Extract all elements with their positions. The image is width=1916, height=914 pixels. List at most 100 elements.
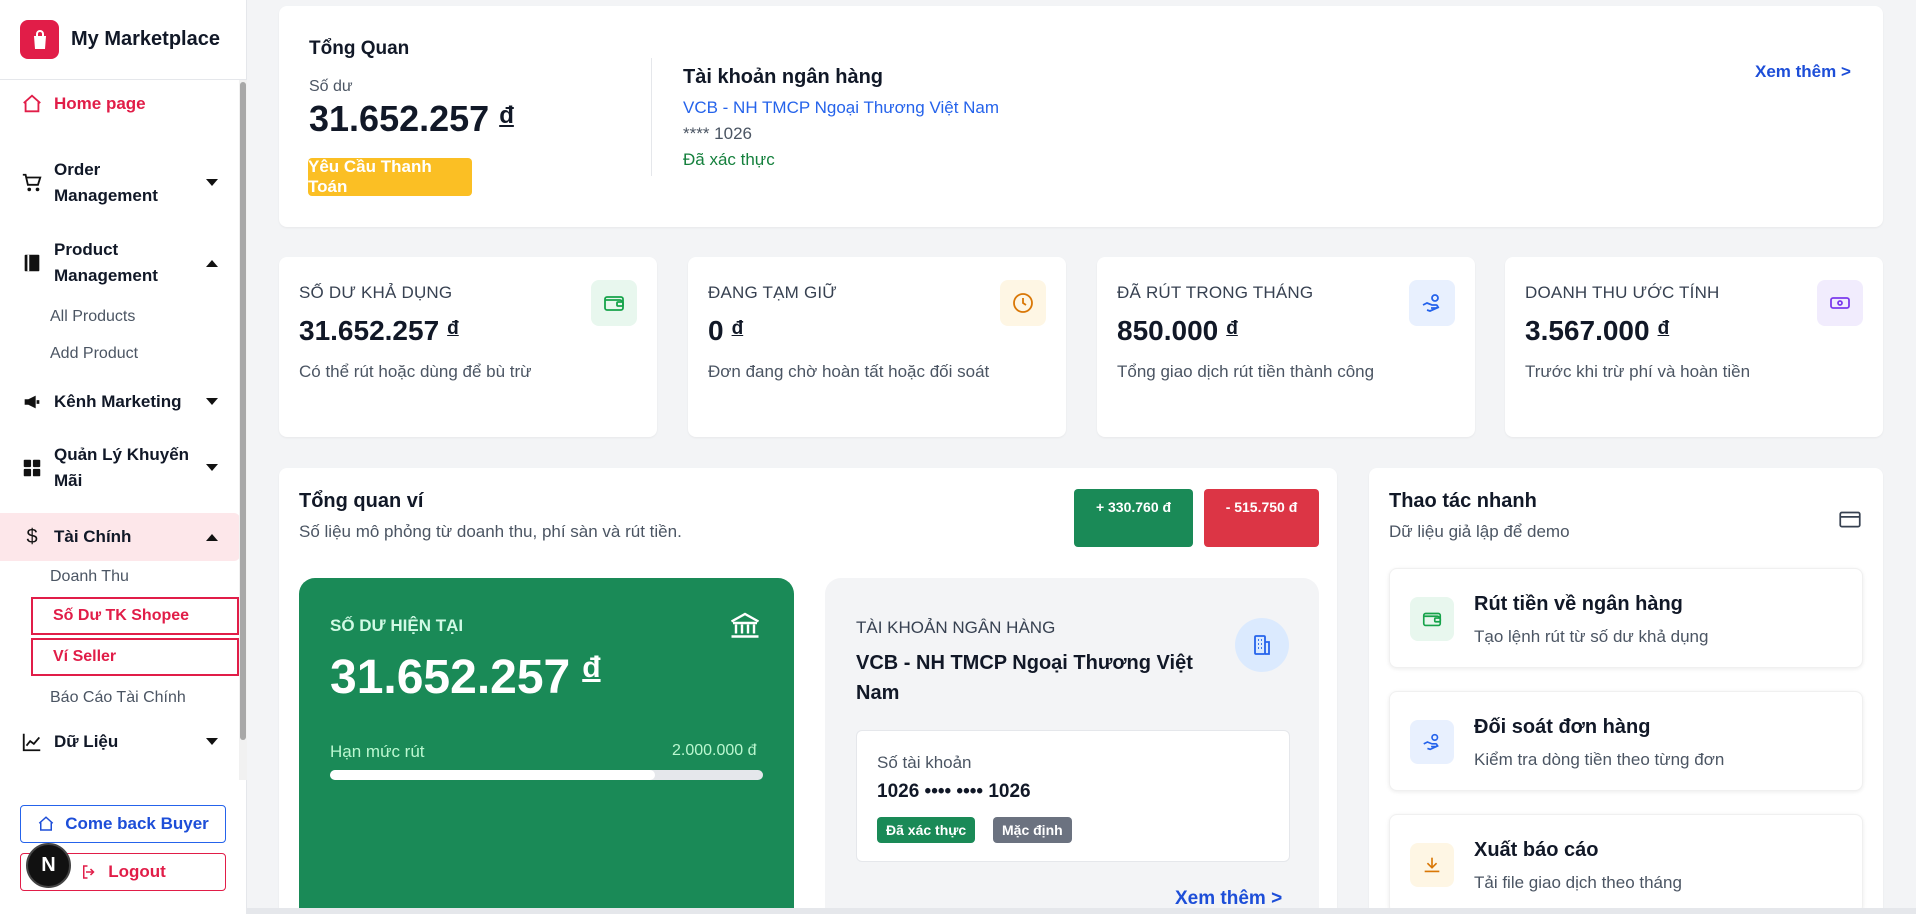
download-icon xyxy=(1410,843,1454,887)
caret-down-icon xyxy=(205,461,219,475)
line-chart-icon xyxy=(20,730,44,754)
stat-title: ĐÃ RÚT TRONG THÁNG xyxy=(1117,283,1314,302)
button-label: Logout xyxy=(108,862,166,881)
sidebar-item-label: Kênh Marketing xyxy=(54,392,182,411)
sidebar-item-home[interactable]: Home page xyxy=(0,84,240,124)
quick-actions-subtitle: Dữ liệu giả lập để demo xyxy=(1389,522,1570,541)
home-icon xyxy=(20,92,44,116)
caret-up-icon xyxy=(205,530,219,544)
wallet-icon xyxy=(591,280,637,326)
withdraw-limit-value: 2.000.000 đ xyxy=(672,742,757,759)
current-balance-card: SỐ DƯ HIỆN TẠI 31.652.257 đ Hạn mức rút 2… xyxy=(299,578,794,914)
sidebar-subitem-add-product[interactable]: Add Product xyxy=(50,345,138,363)
home-icon xyxy=(37,815,55,833)
sidebar: My Marketplace Home page Order Managemen… xyxy=(0,0,247,914)
stat-title: ĐANG TẠM GIỮ xyxy=(708,283,838,302)
wallet-title: Tổng quan ví xyxy=(299,490,424,512)
sidebar-item-product[interactable]: Product Management xyxy=(0,235,240,291)
sidebar-item-label: Order Management xyxy=(54,160,158,205)
stat-desc: Tổng giao dịch rút tiền thành công xyxy=(1117,362,1375,381)
sidebar-nav: Home page Order Management Product Manag… xyxy=(0,80,240,780)
grid-icon xyxy=(20,456,44,480)
sidebar-item-label: Tài Chính xyxy=(54,527,132,546)
income-pill: + 330.760 đ xyxy=(1074,489,1193,547)
sidebar-item-order[interactable]: Order Management xyxy=(0,155,240,211)
sidebar-subitem-finance-report[interactable]: Báo Cáo Tài Chính xyxy=(50,689,186,707)
cart-icon xyxy=(20,171,44,195)
scrollbar-thumb[interactable] xyxy=(240,82,246,740)
horizontal-scrollbar[interactable] xyxy=(247,908,1916,914)
stat-value: 850.000 đ xyxy=(1117,315,1238,346)
button-label: Come back Buyer xyxy=(65,814,209,833)
sidebar-item-finance[interactable]: $ Tài Chính xyxy=(0,513,240,561)
quick-actions-title: Thao tác nhanh xyxy=(1389,490,1537,512)
sidebar-subitem-revenue[interactable]: Doanh Thu xyxy=(50,568,129,586)
sidebar-subitem-shopee-balance[interactable]: Số Dư TK Shopee xyxy=(31,597,239,635)
quick-action-reconcile[interactable]: Đối soát đơn hàng Kiểm tra dòng tiền the… xyxy=(1389,691,1863,791)
credit-card-icon xyxy=(1837,506,1863,537)
bank-account-name: VCB - NH TMCP Ngoại Thương Việt Nam xyxy=(856,652,1193,704)
stat-title: DOANH THU ƯỚC TÍNH xyxy=(1525,283,1720,302)
sidebar-scrollbar[interactable] xyxy=(239,80,247,780)
hand-money-icon xyxy=(1410,720,1454,764)
stat-desc: Có thể rút hoặc dùng để bù trừ xyxy=(299,362,532,381)
sidebar-item-label: Quản Lý Khuyến Mãi xyxy=(54,445,190,490)
account-number-box: Số tài khoản 1026 •••• •••• 1026 Đã xác … xyxy=(856,730,1290,862)
hand-money-icon xyxy=(1409,280,1455,326)
see-more-link[interactable]: Xem thêm > xyxy=(1175,888,1282,910)
account-number-label: Số tài khoản xyxy=(877,753,972,772)
balance-value: 31.652.257 đ xyxy=(309,98,514,139)
shopping-bag-icon xyxy=(20,20,59,59)
wallet-subtitle: Số liệu mô phỏng từ doanh thu, phí sàn v… xyxy=(299,522,682,541)
current-balance-label: SỐ DƯ HIỆN TẠI xyxy=(330,616,464,635)
verified-badge: Đã xác thực xyxy=(877,817,976,843)
overview-card: Tổng Quan Số dư 31.652.257 đ Yêu Cầu Than… xyxy=(279,6,1883,227)
come-back-buyer-button[interactable]: Come back Buyer xyxy=(20,805,226,843)
quick-action-desc: Tạo lệnh rút từ số dư khả dụng xyxy=(1474,627,1709,646)
withdraw-limit-bar xyxy=(330,770,763,780)
sidebar-item-marketing[interactable]: Kênh Marketing xyxy=(0,382,240,422)
stat-card-available: SỐ DƯ KHẢ DỤNG 31.652.257 đ Có thể rút ho… xyxy=(279,257,657,437)
bank-name-link[interactable]: VCB - NH TMCP Ngoại Thương Việt Nam xyxy=(683,98,999,118)
bank-account-card: TÀI KHOẢN NGÂN HÀNG VCB - NH TMCP Ngoại … xyxy=(825,578,1319,914)
building-icon xyxy=(1235,618,1289,672)
clock-icon xyxy=(1000,280,1046,326)
cash-icon xyxy=(1817,280,1863,326)
logout-icon xyxy=(80,863,98,881)
quick-action-withdraw[interactable]: Rút tiền về ngân hàng Tạo lệnh rút từ số… xyxy=(1389,568,1863,668)
brand-name: My Marketplace xyxy=(71,28,220,50)
sidebar-item-data[interactable]: Dữ Liệu xyxy=(0,722,240,762)
sidebar-subitem-seller-wallet[interactable]: Ví Seller xyxy=(31,638,239,676)
current-balance-value: 31.652.257 đ xyxy=(330,651,601,704)
default-badge: Mặc định xyxy=(993,817,1072,843)
stat-desc: Trước khi trừ phí và hoàn tiền xyxy=(1525,362,1751,381)
quick-action-desc: Kiểm tra dòng tiền theo từng đơn xyxy=(1474,750,1725,769)
stat-card-holding: ĐANG TẠM GIỮ 0đ Đơn đang chờ hoàn tất ho… xyxy=(688,257,1066,437)
see-more-link[interactable]: Xem thêm > xyxy=(1755,62,1851,82)
book-icon xyxy=(20,251,44,275)
withdraw-limit-label: Hạn mức rút xyxy=(330,742,425,761)
megaphone-icon xyxy=(20,390,44,414)
account-number-value: 1026 •••• •••• 1026 xyxy=(877,781,1031,802)
bank-building-icon xyxy=(727,608,763,649)
quick-action-title: Xuất báo cáo xyxy=(1474,839,1599,861)
divider xyxy=(651,58,652,176)
brand[interactable]: My Marketplace xyxy=(0,0,246,80)
quick-action-export[interactable]: Xuất báo cáo Tải file giao dịch theo thá… xyxy=(1389,814,1863,914)
next-dev-badge[interactable]: N xyxy=(26,843,71,888)
caret-down-icon xyxy=(205,395,219,409)
sidebar-item-label: Dữ Liệu xyxy=(54,732,119,751)
sidebar-item-label: Home page xyxy=(54,94,146,113)
sidebar-item-promo[interactable]: Quản Lý Khuyến Mãi xyxy=(0,440,240,496)
request-payment-button[interactable]: Yêu Cầu Thanh Toán xyxy=(308,157,472,196)
caret-down-icon xyxy=(205,735,219,749)
overview-title: Tổng Quan xyxy=(309,38,410,59)
stat-desc: Đơn đang chờ hoàn tất hoặc đối soát xyxy=(708,362,990,381)
caret-down-icon xyxy=(205,176,219,190)
bank-account: **** 1026 xyxy=(683,124,753,143)
wallet-icon xyxy=(1410,597,1454,641)
quick-action-title: Đối soát đơn hàng xyxy=(1474,716,1651,738)
sidebar-subitem-all-products[interactable]: All Products xyxy=(50,308,135,326)
withdraw-limit-bar-fill xyxy=(330,770,655,780)
stat-value: 3.567.000 đ xyxy=(1525,315,1670,346)
